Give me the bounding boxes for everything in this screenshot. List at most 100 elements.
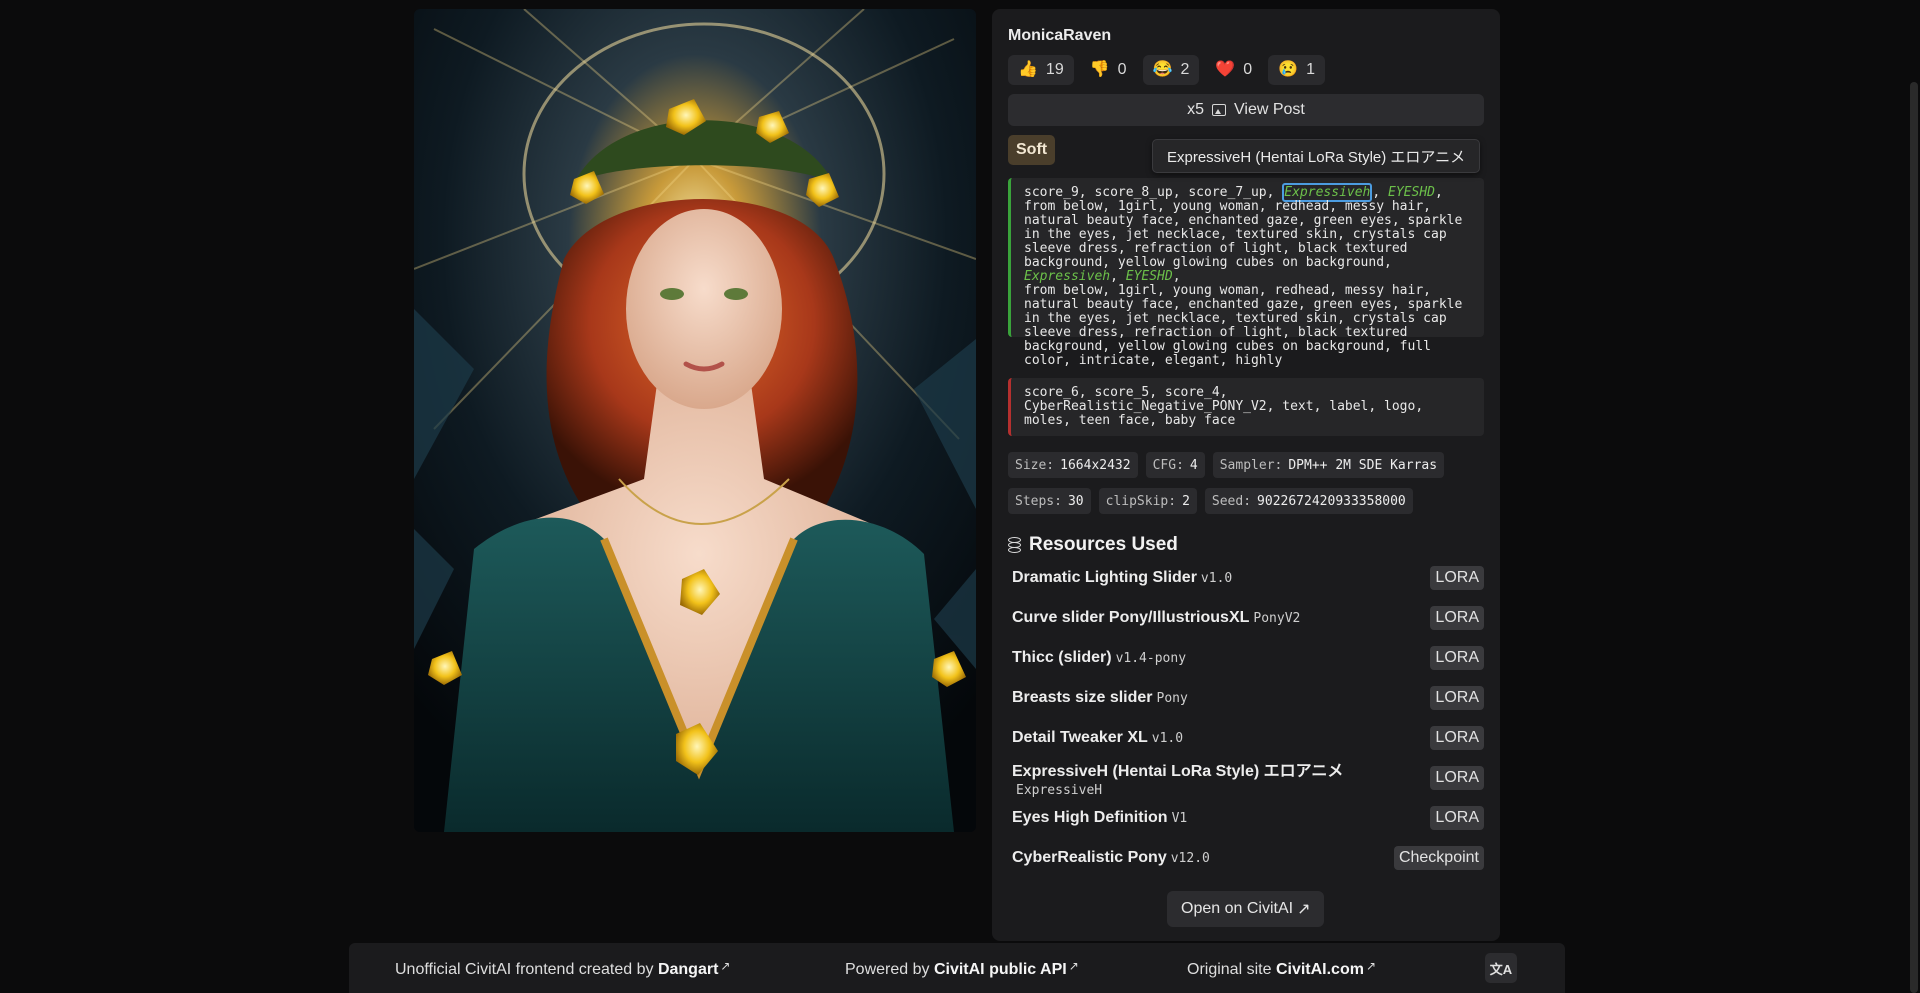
footer-api-link[interactable]: CivitAI public API xyxy=(934,961,1067,978)
prompt-separator: , xyxy=(1110,269,1126,284)
external-link-icon: ↗ xyxy=(1365,959,1377,973)
resource-title[interactable]: Eyes High Definition xyxy=(1012,809,1168,826)
page-scrollbar[interactable] xyxy=(1910,82,1918,993)
prompt-text: score_9, score_8_up, score_7_up, xyxy=(1024,185,1283,200)
resource-item[interactable]: Dramatic Lighting Slider v1.0 LORA xyxy=(1012,558,1484,598)
footer-text: Unofficial CivitAI frontend created by xyxy=(395,961,654,978)
resource-type-badge: Checkpoint xyxy=(1393,846,1484,870)
portrait-illustration xyxy=(414,9,976,832)
resource-title[interactable]: Curve slider Pony/IllustriousXL xyxy=(1012,609,1249,626)
external-link-icon: ↗ xyxy=(1068,959,1079,973)
resource-title[interactable]: Detail Tweaker XL xyxy=(1012,729,1148,746)
chip-label: Steps: xyxy=(1015,493,1062,509)
view-post-button[interactable]: x5 View Post xyxy=(1008,94,1484,126)
footer-text: Powered by xyxy=(845,961,930,978)
footer-site-link[interactable]: CivitAI.com xyxy=(1276,961,1364,978)
post-image[interactable] xyxy=(414,9,976,832)
resource-version: v1.0 xyxy=(1151,731,1184,746)
resource-title[interactable]: Breasts size slider xyxy=(1012,689,1153,706)
resource-type-badge: LORA xyxy=(1430,566,1484,590)
prompt-text: , from below, 1girl, young woman, redhea… xyxy=(1024,269,1463,368)
lora-tag[interactable]: EYESHD xyxy=(1126,269,1173,284)
resource-item[interactable]: CyberRealistic Pony v12.0 Checkpoint xyxy=(1012,838,1484,878)
reaction-cry[interactable]: 😢 1 xyxy=(1268,55,1326,85)
chip-value: 9022672420933358000 xyxy=(1257,493,1406,509)
resource-type-badge: LORA xyxy=(1430,646,1484,670)
footer-site: Original site CivitAI.com ↗ xyxy=(1187,959,1376,979)
chip-value: 2 xyxy=(1182,493,1190,509)
generation-params-row-1: Size: 1664x2432 CFG: 4 Sampler: DPM++ 2M SD… xyxy=(1008,452,1445,478)
resource-item[interactable]: Curve slider Pony/IllustriousXL PonyV2 LO… xyxy=(1012,598,1484,638)
footer-author-link[interactable]: Dangart xyxy=(658,961,718,978)
resource-title[interactable]: Thicc (slider) xyxy=(1012,649,1112,666)
author-name[interactable]: MonicaRaven xyxy=(1008,27,1111,45)
generation-params-row-2: Steps: 30 clipSkip: 2 Seed: 902267242093335… xyxy=(1008,488,1413,514)
reaction-laugh[interactable]: 😂 2 xyxy=(1142,55,1200,85)
resource-version: PonyV2 xyxy=(1253,611,1301,626)
resource-name: Curve slider Pony/IllustriousXL PonyV2 xyxy=(1012,609,1300,627)
resource-item[interactable]: Detail Tweaker XL v1.0 LORA xyxy=(1012,718,1484,758)
resource-type-badge: LORA xyxy=(1430,806,1484,830)
resource-name: Eyes High Definition V1 xyxy=(1012,809,1187,827)
clipskip-chip: clipSkip: 2 xyxy=(1098,488,1197,514)
resource-title[interactable]: Dramatic Lighting Slider xyxy=(1012,569,1197,586)
resource-type-badge: LORA xyxy=(1430,726,1484,750)
resource-item[interactable]: Eyes High Definition V1 LORA xyxy=(1012,798,1484,838)
reaction-count: 2 xyxy=(1180,61,1190,78)
footer-text: Original site xyxy=(1187,961,1272,978)
footer-api: Powered by CivitAI public API ↗ xyxy=(845,959,1079,979)
database-icon xyxy=(1008,537,1021,553)
post-details-panel: MonicaRaven 👍 19 👎 0 😂 2 ❤️ 0 😢 1 x5 Vie… xyxy=(992,9,1500,941)
rating-badge: Soft xyxy=(1008,135,1056,165)
resource-version: v1.0 xyxy=(1200,571,1233,586)
cfg-chip: CFG: 4 xyxy=(1145,452,1205,478)
resource-name: ExpressiveH (Hentai LoRa Style) エロアニメ Exp… xyxy=(1012,757,1430,799)
lora-tag[interactable]: EYESHD xyxy=(1388,185,1435,200)
resource-type-badge: LORA xyxy=(1430,686,1484,710)
resource-version: Pony xyxy=(1156,691,1188,706)
reaction-count: 19 xyxy=(1045,61,1064,78)
reaction-count: 0 xyxy=(1117,61,1127,78)
resources-heading: Resources Used xyxy=(1008,534,1178,556)
resource-item[interactable]: ExpressiveH (Hentai LoRa Style) エロアニメ Exp… xyxy=(1012,758,1484,798)
external-link-icon: ↗ xyxy=(1297,901,1311,918)
sampler-chip: Sampler: DPM++ 2M SDE Karras xyxy=(1212,452,1445,478)
reaction-thumbs-down[interactable]: 👎 0 xyxy=(1080,55,1137,85)
seed-chip: Seed: 9022672420933358000 xyxy=(1204,488,1413,514)
footer: Unofficial CivitAI frontend created by D… xyxy=(349,943,1565,993)
thumbs-up-icon: 👍 xyxy=(1018,61,1038,78)
reaction-thumbs-up[interactable]: 👍 19 xyxy=(1008,55,1074,85)
lora-tag[interactable]: Expressiveh xyxy=(1024,269,1110,284)
heart-icon: ❤️ xyxy=(1215,61,1236,78)
reaction-heart[interactable]: ❤️ 0 xyxy=(1205,55,1262,85)
resource-title[interactable]: ExpressiveH (Hentai LoRa Style) エロアニメ xyxy=(1012,763,1343,780)
open-on-civitai-button[interactable]: Open on CivitAI ↗ xyxy=(1167,891,1325,927)
resource-type-badge: LORA xyxy=(1430,606,1484,630)
resources-heading-label: Resources Used xyxy=(1029,534,1178,555)
chip-value: 4 xyxy=(1189,457,1198,473)
steps-chip: Steps: 30 xyxy=(1008,488,1091,514)
resource-version: V1 xyxy=(1171,811,1188,826)
resource-item[interactable]: Breasts size slider Pony LORA xyxy=(1012,678,1484,718)
cry-icon: 😢 xyxy=(1278,61,1299,78)
resources-list: Dramatic Lighting Slider v1.0 LORA Curve … xyxy=(1012,558,1484,878)
resource-name: Dramatic Lighting Slider v1.0 xyxy=(1012,569,1232,587)
positive-prompt[interactable]: score_9, score_8_up, score_7_up, Express… xyxy=(1008,178,1484,368)
chip-label: Sampler: xyxy=(1219,457,1283,473)
reaction-count: 1 xyxy=(1306,61,1316,78)
size-chip: Size: 1664x2432 xyxy=(1008,452,1138,478)
footer-credit: Unofficial CivitAI frontend created by D… xyxy=(395,959,730,979)
negative-prompt[interactable]: score_6, score_5, score_4, CyberRealisti… xyxy=(1008,378,1484,436)
chip-label: Seed: xyxy=(1211,493,1252,509)
chip-label: clipSkip: xyxy=(1105,493,1177,509)
image-icon xyxy=(1212,104,1227,116)
external-link-icon: ↗ xyxy=(720,959,731,973)
resource-name: CyberRealistic Pony v12.0 xyxy=(1012,849,1210,867)
view-post-label: View Post xyxy=(1234,101,1305,118)
resource-version: v12.0 xyxy=(1170,851,1210,866)
translate-icon[interactable]: 文A xyxy=(1485,953,1517,983)
resource-item[interactable]: Thicc (slider) v1.4-pony LORA xyxy=(1012,638,1484,678)
resource-title[interactable]: CyberRealistic Pony xyxy=(1012,849,1167,866)
chip-value: 1664x2432 xyxy=(1060,457,1131,473)
resource-name: Thicc (slider) v1.4-pony xyxy=(1012,649,1186,667)
